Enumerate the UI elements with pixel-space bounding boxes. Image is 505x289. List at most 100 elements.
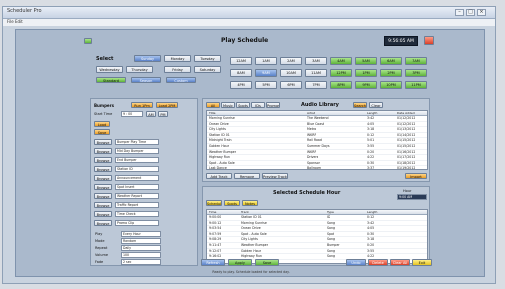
hour-button-9pm[interactable]: 9PM xyxy=(355,81,377,89)
day-button-sunday[interactable]: Sunday xyxy=(134,55,161,62)
am-button[interactable]: AM xyxy=(146,111,156,117)
day-button-wednesday[interactable]: Wednesday xyxy=(96,66,123,73)
setting-input-5[interactable]: 2 sec xyxy=(121,259,161,265)
select-label: Select xyxy=(96,56,114,62)
mode-button-season[interactable]: Season xyxy=(131,77,161,83)
search-button[interactable]: Search xyxy=(353,102,367,108)
hour-button-3pm[interactable]: 3PM xyxy=(405,69,427,77)
footer-button-save[interactable]: Save xyxy=(255,259,279,266)
hour-rows: 9:00:00 Station ID 01 ID 0:12 9:00:12 Morning… xyxy=(207,215,427,260)
browse-field-3[interactable]: End Bumper xyxy=(115,157,159,163)
app-home-icon[interactable] xyxy=(84,38,92,44)
footer-button-exit[interactable]: Exit xyxy=(412,259,432,266)
browse-button-6[interactable]: Browse xyxy=(94,184,112,190)
mode-button-standard[interactable]: Standard xyxy=(96,77,126,83)
hour-button-9am[interactable]: 9AM xyxy=(255,69,277,77)
browse-button-2[interactable]: Browse xyxy=(94,148,112,154)
browse-button-10[interactable]: Browse xyxy=(94,220,112,226)
library-tab-music[interactable]: Music xyxy=(221,102,235,108)
day-button-friday[interactable]: Friday xyxy=(164,66,191,73)
footer-button-delete[interactable]: Delete xyxy=(368,259,388,266)
day-button-tuesday[interactable]: Tuesday xyxy=(194,55,221,62)
browse-field-5[interactable]: Announcement xyxy=(115,175,159,181)
library-tab-all[interactable]: All xyxy=(206,102,220,108)
library-tab-ids[interactable]: IDs xyxy=(251,102,265,108)
browse-button-8[interactable]: Browse xyxy=(94,202,112,208)
hour-button-2am[interactable]: 2AM xyxy=(280,57,302,65)
browse-button-7[interactable]: Browse xyxy=(94,193,112,199)
hour-button-5am[interactable]: 5AM xyxy=(355,57,377,65)
hour-button-4pm[interactable]: 4PM xyxy=(230,81,252,89)
hour-button-12pm[interactable]: 12PM xyxy=(330,69,352,77)
library-row[interactable]: Last Dance Ballroom 3:37 01/19/2012 xyxy=(207,166,427,169)
setting-input-2[interactable]: Random xyxy=(121,238,161,244)
hour-tab-schedule[interactable]: Schedule xyxy=(206,200,222,206)
browse-button-3[interactable]: Browse xyxy=(94,157,112,163)
hour-button-6am[interactable]: 6AM xyxy=(380,57,402,65)
maximize-icon[interactable]: □ xyxy=(466,9,475,16)
footer-button-clear-all[interactable]: Clear All xyxy=(390,259,410,266)
load-button[interactable]: Load xyxy=(94,121,110,127)
clear-button[interactable]: Clear xyxy=(369,102,383,108)
day-button-saturday[interactable]: Saturday xyxy=(194,66,221,73)
menu-items[interactable]: File Edit xyxy=(7,19,23,24)
setting-input-1[interactable]: Every Hour xyxy=(121,231,161,237)
browse-field-6[interactable]: Spot Insert xyxy=(115,184,159,190)
browse-button-9[interactable]: Browse xyxy=(94,211,112,217)
hour-button-1pm[interactable]: 1PM xyxy=(355,69,377,77)
day-button-monday[interactable]: Monday xyxy=(164,55,191,62)
hour-button-12am[interactable]: 12AM xyxy=(230,57,252,65)
start-time-input[interactable]: 9 : 00 xyxy=(121,111,143,117)
bumper-button-1[interactable]: Run 1Pm xyxy=(131,102,153,108)
import-button[interactable]: Import xyxy=(405,173,427,179)
browse-button-5[interactable]: Browse xyxy=(94,175,112,181)
hour-button-7pm[interactable]: 7PM xyxy=(305,81,327,89)
hour-button-6pm[interactable]: 6PM xyxy=(280,81,302,89)
pm-button[interactable]: PM xyxy=(158,111,168,117)
hour-button-8am[interactable]: 8AM xyxy=(230,69,252,77)
hour-button-11pm[interactable]: 11PM xyxy=(405,81,427,89)
clock-display: 9:56:05 AM xyxy=(384,36,418,46)
browse-field-8[interactable]: Traffic Report xyxy=(115,202,159,208)
footer-button-undo[interactable]: Undo xyxy=(346,259,366,266)
bumper-button-2[interactable]: Load 2PM xyxy=(156,102,178,108)
browse-button-4[interactable]: Browse xyxy=(94,166,112,172)
hour-button-10am[interactable]: 10AM xyxy=(280,69,302,77)
library-action-3[interactable]: Preview Track xyxy=(262,173,288,179)
browse-field-2[interactable]: Mid Day Bumper xyxy=(115,148,159,154)
hour-button-7am[interactable]: 7AM xyxy=(405,57,427,65)
hour-button-4am[interactable]: 4AM xyxy=(330,57,352,65)
setting-input-4[interactable]: 100 xyxy=(121,252,161,258)
hour-button-5pm[interactable]: 5PM xyxy=(255,81,277,89)
setting-input-3[interactable]: Daily xyxy=(121,245,161,251)
hour-tab-notes[interactable]: Notes xyxy=(242,200,258,206)
library-tab-promos[interactable]: Promos xyxy=(266,102,280,108)
hour-button-8pm[interactable]: 8PM xyxy=(330,81,352,89)
close-icon[interactable]: × xyxy=(477,9,486,16)
browse-field-1[interactable]: Bumper Play Time xyxy=(115,139,159,145)
save-button[interactable]: Save xyxy=(94,129,110,135)
setting-label-4: Volume xyxy=(95,253,109,257)
hour-tab-spots[interactable]: Spots xyxy=(224,200,240,206)
browse-field-10[interactable]: Promo Clip xyxy=(115,220,159,226)
hour-button-11am[interactable]: 11AM xyxy=(305,69,327,77)
hour-button-2pm[interactable]: 2PM xyxy=(380,69,402,77)
mode-button-custom[interactable]: Custom xyxy=(166,77,196,83)
close-schedule-button[interactable] xyxy=(424,36,434,45)
browse-field-9[interactable]: Time Check xyxy=(115,211,159,217)
hour-button-1am[interactable]: 1AM xyxy=(255,57,277,65)
hour-cell: Song xyxy=(327,254,336,259)
browse-field-4[interactable]: Station ID xyxy=(115,166,159,172)
footer-button-refresh[interactable]: Refresh xyxy=(201,259,225,266)
hour-value: 9:00 AM xyxy=(397,194,427,200)
library-tab-spots[interactable]: Spots xyxy=(236,102,250,108)
day-button-thursday[interactable]: Thursday xyxy=(126,66,153,73)
minimize-icon[interactable]: – xyxy=(455,9,464,16)
footer-button-apply[interactable]: Apply xyxy=(228,259,252,266)
library-action-2[interactable]: Remove xyxy=(234,173,260,179)
hour-button-10pm[interactable]: 10PM xyxy=(380,81,402,89)
library-action-1[interactable]: Add Track xyxy=(206,173,232,179)
browse-button-1[interactable]: Browse xyxy=(94,139,112,145)
hour-button-3am[interactable]: 3AM xyxy=(305,57,327,65)
browse-field-7[interactable]: Weather Report xyxy=(115,193,159,199)
